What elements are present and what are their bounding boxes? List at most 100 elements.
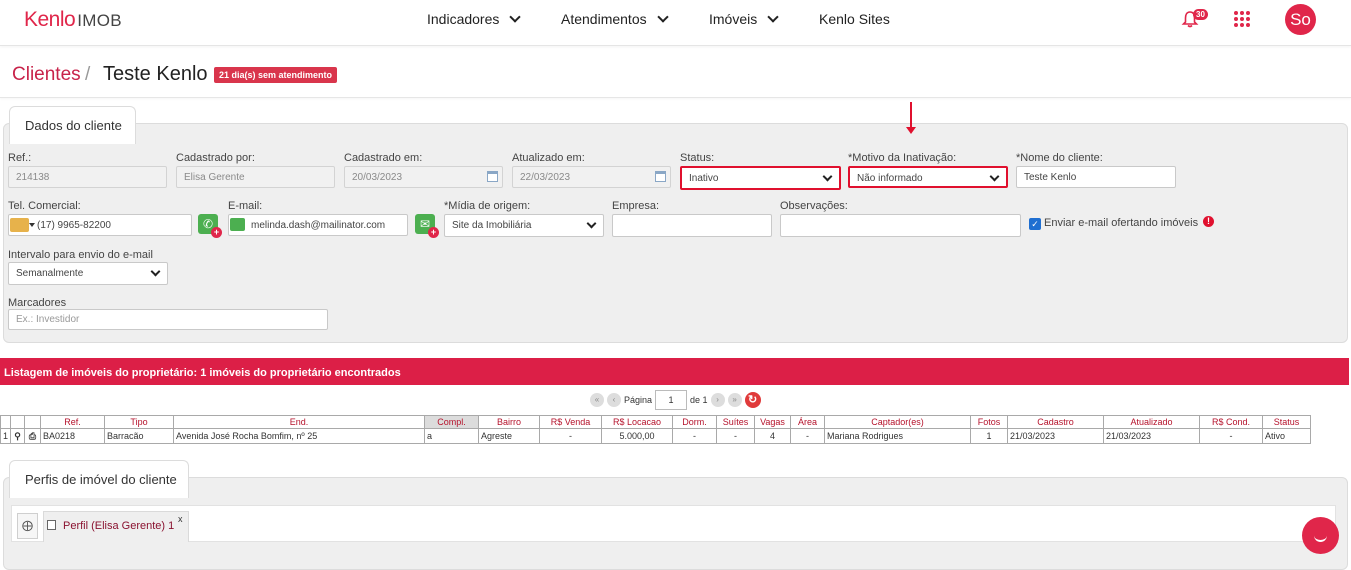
copy-icon xyxy=(47,520,56,530)
client-name-label: *Nome do cliente: xyxy=(1016,152,1103,164)
status-select[interactable]: Inativo xyxy=(680,166,841,190)
chevron-down-icon xyxy=(509,10,522,23)
col-end[interactable]: End. xyxy=(173,415,426,429)
col-compl[interactable]: Compl. xyxy=(424,415,480,429)
no-service-badge: 21 dia(s) sem atendimento xyxy=(214,67,338,83)
col-dorm[interactable]: Dorm. xyxy=(672,415,718,429)
cell-ref[interactable]: BA0218 xyxy=(40,428,106,444)
col-tipo[interactable]: Tipo xyxy=(104,415,175,429)
ref-label: Ref.: xyxy=(8,152,32,164)
breadcrumb: Clientes / Teste Kenlo 21 dia(s) sem ate… xyxy=(0,48,1351,98)
client-data-tab[interactable]: Dados do cliente xyxy=(9,106,136,144)
col-fotos[interactable]: Fotos xyxy=(970,415,1009,429)
col-locacao[interactable]: R$ Locacao xyxy=(601,415,674,429)
phone-input[interactable]: (17) 9965-82200 xyxy=(8,214,192,236)
registered-by-label: Cadastrado por: xyxy=(176,152,255,164)
warning-icon[interactable]: ! xyxy=(1203,216,1214,227)
col-venda[interactable]: R$ Venda xyxy=(539,415,603,429)
top-navbar: Kenlo IMOB Indicadores Atendimentos Imóve… xyxy=(0,0,1351,46)
page-title: Teste Kenlo xyxy=(103,63,208,85)
profiles-tabstrip xyxy=(11,505,1336,542)
nav-imoveis[interactable]: Imóveis xyxy=(709,10,779,27)
cell-cadastro: 21/03/2023 xyxy=(1007,428,1105,444)
email-interval-select[interactable]: Semanalmente xyxy=(8,262,168,285)
send-email-button[interactable]: ✉ + xyxy=(415,214,439,238)
row-index: 1 xyxy=(0,428,12,444)
search-icon[interactable]: ⚲ xyxy=(10,428,26,444)
cell-end: Avenida José Rocha Bomfim, nº 25 xyxy=(173,428,426,444)
chevron-down-icon xyxy=(767,10,779,23)
cell-atualizado: 21/03/2023 xyxy=(1103,428,1201,444)
cell-locacao: 5.000,00 xyxy=(601,428,674,444)
next-page-button[interactable]: › xyxy=(710,393,725,407)
nav-atendimentos[interactable]: Atendimentos xyxy=(561,10,669,27)
send-offers-checkbox[interactable]: ✓ xyxy=(1029,218,1041,230)
email-interval-label: Intervalo para envio do e-mail xyxy=(8,249,153,261)
kenlo-logo[interactable]: Kenlo IMOB xyxy=(24,8,122,32)
call-phone-button[interactable]: ✆ + xyxy=(198,214,222,238)
close-profile-tab-button[interactable]: x xyxy=(178,514,183,524)
origin-select[interactable]: Site da Imobiliária xyxy=(444,214,604,237)
col-captador[interactable]: Captador(es) xyxy=(824,415,972,429)
cell-compl: a xyxy=(424,428,480,444)
table-header-row: Ref. Tipo End. Compl. Bairro R$ Venda R$… xyxy=(0,415,1312,429)
inactivation-reason-select[interactable]: Não informado xyxy=(848,166,1008,188)
col-suites[interactable]: Suítes xyxy=(716,415,756,429)
cell-captador: Mariana Rodrigues xyxy=(824,428,972,444)
col-status[interactable]: Status xyxy=(1262,415,1312,429)
tags-label: Marcadores xyxy=(8,297,67,309)
send-offers-label: Enviar e-mail ofertando imóveis xyxy=(1044,217,1199,229)
col-vagas[interactable]: Vagas xyxy=(754,415,792,429)
breadcrumb-clientes-link[interactable]: Clientes xyxy=(12,64,81,86)
notes-label: Observações: xyxy=(780,200,848,212)
first-page-button[interactable]: « xyxy=(590,393,604,407)
ref-field: 214138 xyxy=(8,166,167,188)
apps-grid-icon[interactable] xyxy=(1234,11,1250,27)
red-arrow-annotation xyxy=(906,102,916,134)
nav-indicadores[interactable]: Indicadores xyxy=(427,10,522,27)
cell-area: - xyxy=(790,428,826,444)
last-page-button[interactable]: » xyxy=(727,393,742,407)
client-name-input[interactable]: Teste Kenlo xyxy=(1016,166,1176,188)
phone-label: Tel. Comercial: xyxy=(8,200,81,212)
nav-kenlo-sites[interactable]: Kenlo Sites xyxy=(819,11,890,27)
col-cadastro[interactable]: Cadastro xyxy=(1007,415,1105,429)
status-label: Status: xyxy=(680,152,715,164)
tags-input[interactable]: Ex.: Investidor xyxy=(8,309,328,330)
email-input[interactable]: melinda.dash@mailinator.com xyxy=(228,214,408,236)
add-profile-button[interactable]: ⨁ xyxy=(17,513,38,539)
user-avatar[interactable]: So xyxy=(1285,4,1316,35)
col-ref[interactable]: Ref. xyxy=(40,415,106,429)
email-label: E-mail: xyxy=(228,200,263,212)
chevron-down-icon xyxy=(586,218,597,229)
company-input[interactable] xyxy=(612,214,772,237)
inactivation-reason-label: *Motivo da Inativação: xyxy=(848,152,957,164)
updated-on-field: 22/03/2023 xyxy=(512,166,671,188)
col-cond[interactable]: R$ Cond. xyxy=(1199,415,1264,429)
profiles-tab[interactable]: Perfis de imóvel do cliente xyxy=(9,460,189,498)
refresh-icon[interactable]: ↻ xyxy=(744,392,761,408)
profile-tab-1[interactable]: Perfil (Elisa Gerente) 1 xyxy=(43,511,189,542)
page-input[interactable]: 1 xyxy=(655,390,688,410)
prev-page-button[interactable]: ‹ xyxy=(607,393,621,407)
cell-bairro: Agreste xyxy=(478,428,541,444)
chevron-down-icon xyxy=(150,266,161,277)
cell-status: Ativo xyxy=(1262,428,1312,444)
calendar-icon xyxy=(487,171,498,182)
calendar-icon xyxy=(655,171,666,182)
chevron-down-icon xyxy=(989,171,1000,182)
notes-textarea[interactable] xyxy=(780,214,1021,237)
print-icon[interactable]: ⎙ xyxy=(24,428,42,444)
cell-fotos: 1 xyxy=(970,428,1009,444)
phone-type-icon[interactable] xyxy=(10,218,35,232)
updated-on-label: Atualizado em: xyxy=(512,152,585,164)
col-atualizado[interactable]: Atualizado xyxy=(1103,415,1201,429)
page-total: de 1 xyxy=(690,395,708,405)
col-bairro[interactable]: Bairro xyxy=(478,415,541,429)
chat-bubble-icon[interactable] xyxy=(1302,517,1339,554)
cell-suites: - xyxy=(716,428,756,444)
col-area[interactable]: Área xyxy=(790,415,826,429)
registered-on-field: 20/03/2023 xyxy=(344,166,503,188)
table-row[interactable]: 1 ⚲ ⎙ BA0218 Barracão Avenida José Rocha… xyxy=(0,428,1312,444)
page-label: Página xyxy=(624,395,653,405)
